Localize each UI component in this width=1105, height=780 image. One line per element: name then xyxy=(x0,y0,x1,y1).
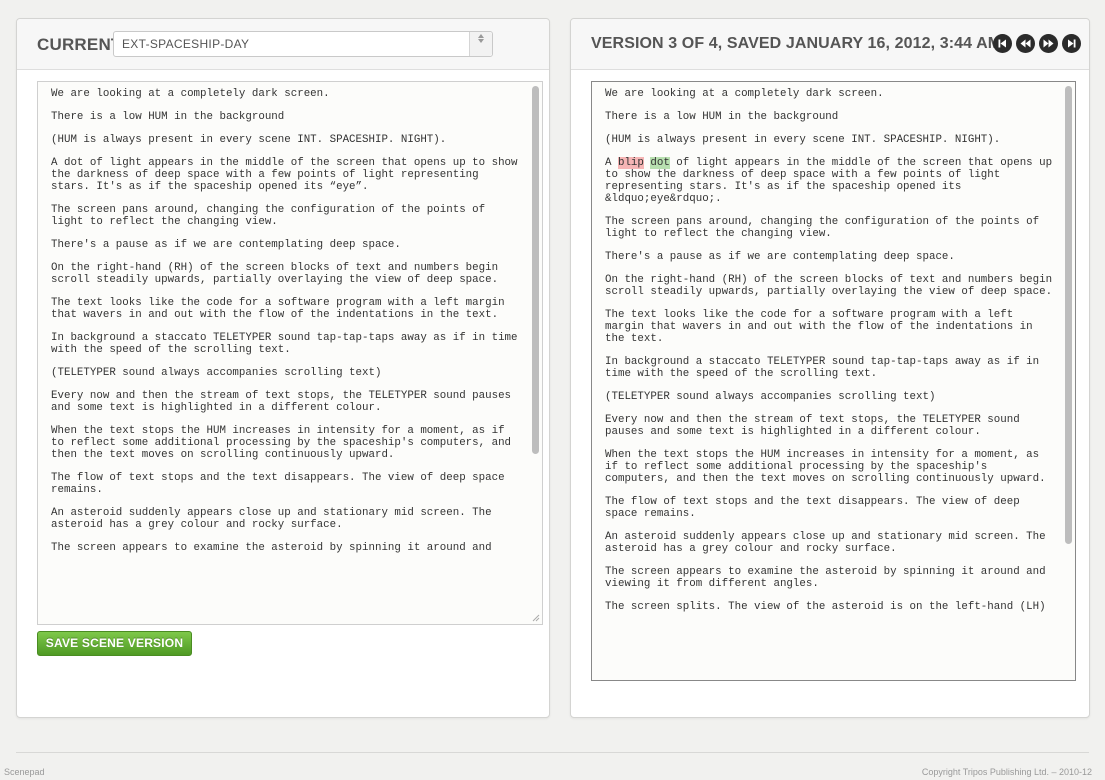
version-paragraph: On the right-hand (RH) of the screen blo… xyxy=(605,274,1053,298)
script-paragraph: An asteroid suddenly appears close up an… xyxy=(51,507,492,531)
script-paragraph: In background a staccato TELETYPER sound… xyxy=(51,332,518,356)
next-version-icon[interactable] xyxy=(1039,34,1058,53)
script-paragraph: There is a low HUM in the background xyxy=(51,111,285,123)
version-title: VERSION 3 OF 4, SAVED JANUARY 16, 2012, … xyxy=(591,35,1002,52)
version-paragraph: Every now and then the stream of text st… xyxy=(605,414,1020,438)
script-paragraph: A dot of light appears in the middle of … xyxy=(51,157,518,193)
script-paragraph: There's a pause as if we are contemplati… xyxy=(51,239,401,251)
version-paragraph: When the text stops the HUM increases in… xyxy=(605,449,1046,485)
script-paragraph: We are looking at a completely dark scre… xyxy=(51,88,330,100)
version-paragraph: The screen pans around, changing the con… xyxy=(605,216,1040,240)
version-text-view[interactable]: We are looking at a completely dark scre… xyxy=(591,81,1076,681)
current-scene-header: CURRENT: EXT-SPACESHIP-DAY xyxy=(17,19,549,70)
script-paragraph: Every now and then the stream of text st… xyxy=(51,390,512,414)
version-paragraph: A blip dot of light appears in the middl… xyxy=(605,157,1053,205)
script-paragraph: The text looks like the code for a softw… xyxy=(51,297,505,321)
select-arrows-icon[interactable] xyxy=(469,32,492,56)
version-paragraph: There is a low HUM in the background xyxy=(605,111,839,123)
save-scene-version-button[interactable]: SAVE SCENE VERSION xyxy=(37,631,192,656)
version-navigation xyxy=(993,34,1081,53)
version-scrollbar[interactable] xyxy=(1065,86,1072,544)
footer-copyright: Copyright Tripos Publishing Ltd. – 2010-… xyxy=(921,767,1092,777)
version-panel: VERSION 3 OF 4, SAVED JANUARY 16, 2012, … xyxy=(570,18,1090,718)
version-paragraph: The flow of text stops and the text disa… xyxy=(605,496,1020,520)
diff-inserted-word: dot xyxy=(650,157,670,169)
script-paragraph: (TELETYPER sound always accompanies scro… xyxy=(51,367,382,379)
version-paragraph: (TELETYPER sound always accompanies scro… xyxy=(605,391,936,403)
version-paragraph: The screen appears to examine the astero… xyxy=(605,566,1046,590)
version-paragraph: We are looking at a completely dark scre… xyxy=(605,88,884,100)
script-paragraph: The screen appears to examine the astero… xyxy=(51,542,492,554)
diff-prefix: A xyxy=(605,157,618,169)
script-paragraph: The screen pans around, changing the con… xyxy=(51,204,486,228)
scene-text-content[interactable]: We are looking at a completely dark scre… xyxy=(51,88,520,565)
script-paragraph: (HUM is always present in every scene IN… xyxy=(51,134,447,146)
resize-grip-icon[interactable] xyxy=(532,614,540,622)
version-paragraph: There's a pause as if we are contemplati… xyxy=(605,251,955,263)
current-scene-panel: CURRENT: EXT-SPACESHIP-DAY We are lookin… xyxy=(16,18,550,718)
version-text-content: We are looking at a completely dark scre… xyxy=(605,88,1053,624)
script-paragraph: When the text stops the HUM increases in… xyxy=(51,425,512,461)
first-version-icon[interactable] xyxy=(993,34,1012,53)
footer-app-name: Scenepad xyxy=(4,767,45,777)
footer-divider xyxy=(16,752,1089,753)
scene-text-editor[interactable]: We are looking at a completely dark scre… xyxy=(37,81,543,625)
version-paragraph: (HUM is always present in every scene IN… xyxy=(605,134,1001,146)
scene-select-value: EXT-SPACESHIP-DAY xyxy=(122,37,250,51)
diff-rest-text: of light appears in the middle of the sc… xyxy=(605,157,1053,205)
diff-deleted-word: blip xyxy=(617,157,644,169)
previous-version-icon[interactable] xyxy=(1016,34,1035,53)
version-paragraph: In background a staccato TELETYPER sound… xyxy=(605,356,1040,380)
script-paragraph: The flow of text stops and the text disa… xyxy=(51,472,505,496)
scene-select[interactable]: EXT-SPACESHIP-DAY xyxy=(113,31,493,57)
script-paragraph: On the right-hand (RH) of the screen blo… xyxy=(51,262,499,286)
last-version-icon[interactable] xyxy=(1062,34,1081,53)
version-paragraph: An asteroid suddenly appears close up an… xyxy=(605,531,1046,555)
version-header: VERSION 3 OF 4, SAVED JANUARY 16, 2012, … xyxy=(571,19,1089,70)
version-paragraph: The screen splits. The view of the aster… xyxy=(605,601,1046,613)
version-paragraph: The text looks like the code for a softw… xyxy=(605,309,1033,345)
editor-scrollbar[interactable] xyxy=(532,86,539,454)
